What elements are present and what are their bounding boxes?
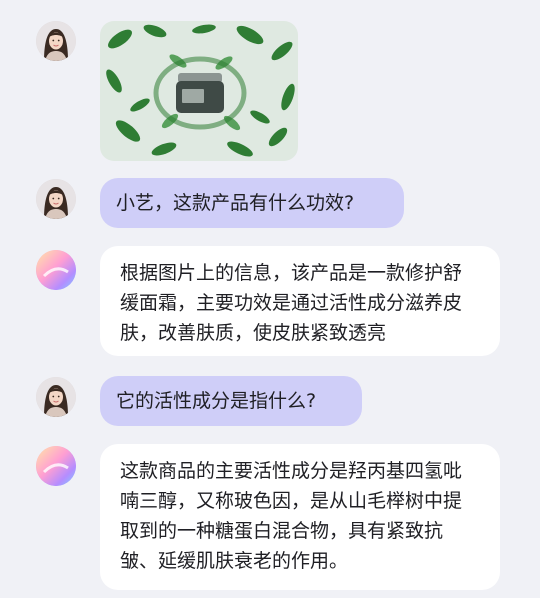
- assistant-message-bubble: 这款商品的主要活性成分是羟丙基四氢吡喃三醇，又称玻色因，是从山毛榉树中提取到的一…: [100, 444, 500, 590]
- user-avatar: [36, 377, 76, 417]
- assistant-message-text: 这款商品的主要活性成分是羟丙基四氢吡喃三醇，又称玻色因，是从山毛榉树中提取到的一…: [120, 460, 463, 572]
- user-avatar-icon: [36, 377, 76, 417]
- user-avatar: [36, 179, 76, 219]
- assistant-avatar-icon: [36, 250, 76, 290]
- product-photo[interactable]: [100, 21, 298, 161]
- user-message-bubble: 它的活性成分是指什么?: [100, 376, 362, 426]
- user-avatar-icon: [36, 21, 76, 61]
- assistant-avatar: [36, 250, 76, 290]
- assistant-avatar: [36, 446, 76, 486]
- assistant-message-bubble: 根据图片上的信息，该产品是一款修护舒缓面霜，主要功效是通过活性成分滋养皮肤，改善…: [100, 246, 500, 356]
- user-avatar: [36, 21, 76, 61]
- assistant-avatar-icon: [36, 446, 76, 486]
- user-message-bubble: 小艺，这款产品有什么功效?: [100, 178, 404, 228]
- skincare-jar-image: [100, 21, 298, 161]
- user-avatar-icon: [36, 179, 76, 219]
- user-message-text: 小艺，这款产品有什么功效?: [116, 192, 355, 214]
- user-message-text: 它的活性成分是指什么?: [116, 390, 317, 412]
- assistant-message-text: 根据图片上的信息，该产品是一款修护舒缓面霜，主要功效是通过活性成分滋养皮肤，改善…: [120, 262, 463, 344]
